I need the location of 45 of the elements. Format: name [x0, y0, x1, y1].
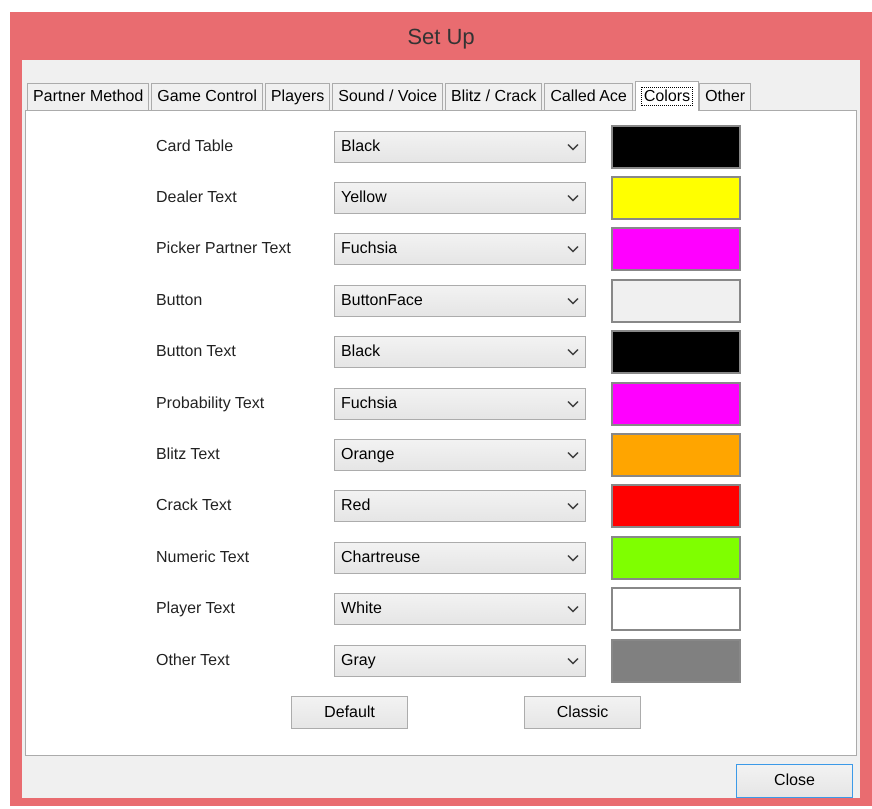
- chevron-down-icon: [567, 245, 579, 254]
- tab[interactable]: Blitz / Crack: [444, 83, 542, 110]
- setting-label: Blitz Text: [156, 445, 221, 466]
- chevron-down-icon: [567, 502, 579, 510]
- color-dropdown[interactable]: White: [334, 593, 586, 626]
- chevron-down-icon: [567, 194, 579, 202]
- setting-label: Crack Text: [156, 496, 232, 516]
- tab[interactable]: Sound / Voice: [332, 83, 443, 110]
- chevron-down-icon: [567, 605, 579, 614]
- tab[interactable]: Colors: [634, 81, 700, 111]
- setting-label: Button: [156, 290, 204, 311]
- chevron-down-icon: [567, 142, 579, 151]
- setting-label: Numeric Text: [156, 548, 250, 568]
- tab[interactable]: Players: [264, 83, 330, 110]
- color-dropdown[interactable]: Red: [334, 490, 586, 522]
- color-dropdown[interactable]: Orange: [334, 439, 586, 472]
- panel-button[interactable]: Default: [291, 696, 408, 730]
- tab[interactable]: Called Ace: [544, 83, 633, 110]
- tab[interactable]: Partner Method: [27, 83, 150, 110]
- chevron-down-icon: [567, 400, 579, 408]
- close-button[interactable]: Close: [736, 764, 853, 798]
- color-dropdown[interactable]: Black: [334, 130, 586, 163]
- setting-label: Card Table: [156, 136, 234, 157]
- color-dropdown[interactable]: Fuchsia: [334, 388, 586, 420]
- setting-label: Dealer Text: [156, 188, 238, 208]
- color-dropdown[interactable]: Fuchsia: [334, 233, 586, 266]
- tab[interactable]: Other: [699, 83, 752, 110]
- tab[interactable]: Game Control: [151, 83, 263, 110]
- setting-label: Picker Partner Text: [156, 239, 292, 260]
- setting-label: Player Text: [156, 599, 236, 620]
- chevron-down-icon: [567, 348, 579, 356]
- color-dropdown[interactable]: Yellow: [334, 182, 586, 214]
- setting-label: Button Text: [156, 342, 237, 362]
- color-dropdown[interactable]: Chartreuse: [334, 542, 586, 574]
- window-title: Set Up: [406, 22, 476, 51]
- chevron-down-icon: [567, 656, 579, 665]
- chevron-down-icon: [567, 296, 579, 305]
- chevron-down-icon: [567, 554, 579, 562]
- chevron-down-icon: [567, 451, 579, 460]
- setting-label: Other Text: [156, 650, 231, 671]
- color-dropdown[interactable]: ButtonFace: [334, 284, 586, 317]
- color-dropdown[interactable]: Gray: [334, 644, 586, 677]
- setting-label: Probability Text: [156, 394, 266, 414]
- panel-button[interactable]: Classic: [524, 696, 641, 730]
- color-dropdown[interactable]: Black: [334, 336, 586, 368]
